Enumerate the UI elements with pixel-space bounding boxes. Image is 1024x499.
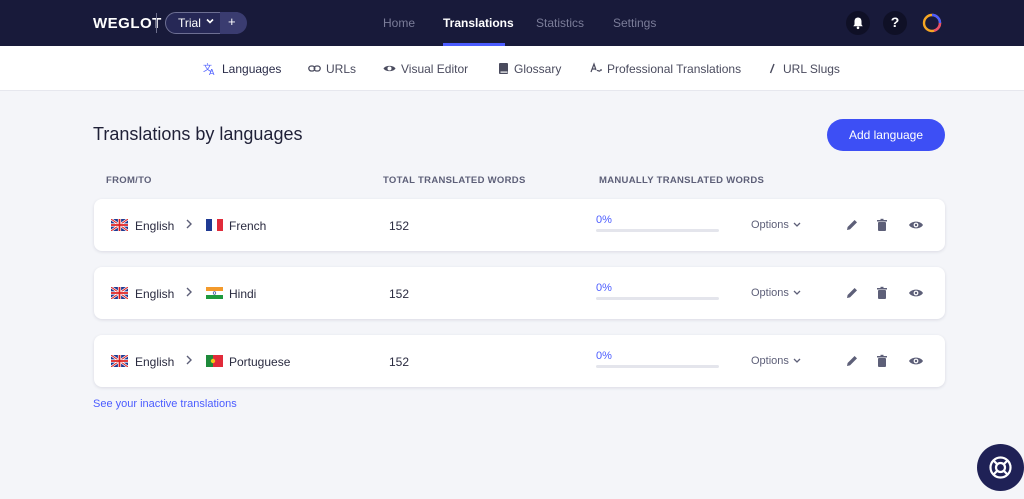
delete-trash-icon[interactable] <box>874 217 890 233</box>
chevron-down-icon <box>206 18 214 24</box>
target-language[interactable]: Hindi <box>229 287 256 301</box>
france-flag-icon <box>206 219 223 231</box>
add-language-button[interactable]: Add language <box>827 119 945 151</box>
total-translated-words: 152 <box>389 219 410 233</box>
subnav-label: URL Slugs <box>783 62 840 76</box>
uk-flag-icon <box>111 287 128 299</box>
help-button[interactable]: ? <box>883 11 907 35</box>
chevron-right-icon <box>186 219 192 229</box>
eye-icon <box>383 65 396 72</box>
edit-pencil-icon[interactable] <box>844 217 860 233</box>
manual-progress-bar <box>596 229 719 232</box>
manual-percent: 0% <box>596 350 612 362</box>
options-dropdown[interactable]: Options <box>751 287 789 299</box>
source-language: English <box>135 287 175 301</box>
edit-pencil-icon[interactable] <box>844 353 860 369</box>
chevron-down-icon <box>793 290 801 295</box>
delete-trash-icon[interactable] <box>874 353 890 369</box>
india-flag-icon <box>206 287 223 299</box>
target-language[interactable]: French <box>229 219 266 233</box>
nav-settings[interactable]: Settings <box>613 16 656 30</box>
options-dropdown[interactable]: Options <box>751 219 789 231</box>
source-language: English <box>135 219 175 233</box>
column-header-from-to: FROM/TO <box>106 175 152 186</box>
subnav-label: Professional Translations <box>607 62 742 76</box>
signature-icon <box>590 62 602 73</box>
plan-selector[interactable]: Trial + <box>165 12 247 34</box>
upgrade-plan-button[interactable]: + <box>220 12 247 34</box>
translations-subnav: 文 A Languages URLs Visual Editor Glossar… <box>0 46 1024 91</box>
column-header-manual-words: MANUALLY TRANSLATED WORDS <box>599 175 765 186</box>
plus-icon: + <box>228 14 236 29</box>
chevron-down-icon <box>793 358 801 363</box>
notifications-button[interactable] <box>846 11 870 35</box>
edit-pencil-icon[interactable] <box>844 285 860 301</box>
translate-icon: 文 A <box>203 62 215 75</box>
source-language: English <box>135 355 175 369</box>
link-icon <box>308 65 321 72</box>
chevron-down-icon <box>793 222 801 227</box>
chevron-right-icon <box>186 287 192 297</box>
preview-eye-icon[interactable] <box>908 217 924 233</box>
top-bar: WEGLOT Trial + Home Translations Statist… <box>0 0 1024 46</box>
total-translated-words: 152 <box>389 287 410 301</box>
nav-translations[interactable]: Translations <box>443 16 514 30</box>
subnav-label: Glossary <box>514 62 562 76</box>
logo-divider <box>156 13 157 33</box>
subnav-glossary[interactable]: Glossary <box>497 62 562 76</box>
preview-eye-icon[interactable] <box>908 285 924 301</box>
manual-percent: 0% <box>596 214 612 226</box>
subnav-url-slugs[interactable]: URL Slugs <box>766 62 840 76</box>
manual-progress-bar <box>596 365 719 368</box>
support-chat-button[interactable] <box>977 444 1024 491</box>
column-header-total-words: TOTAL TRANSLATED WORDS <box>383 175 526 186</box>
subnav-label: URLs <box>326 62 357 76</box>
language-row[interactable]: English Hindi 152 0% Options <box>94 267 945 319</box>
bell-icon <box>853 17 863 30</box>
language-row[interactable]: English Portuguese 152 0% Options <box>94 335 945 387</box>
book-icon <box>499 63 508 74</box>
uk-flag-icon <box>111 355 128 367</box>
target-language[interactable]: Portuguese <box>229 355 290 369</box>
delete-trash-icon[interactable] <box>874 285 890 301</box>
options-dropdown[interactable]: Options <box>751 355 789 367</box>
subnav-label: Languages <box>222 62 282 76</box>
weglot-logo[interactable]: WEGLOT <box>93 15 162 32</box>
inactive-translations-link[interactable]: See your inactive translations <box>93 398 237 410</box>
language-row[interactable]: English French 152 0% Options <box>94 199 945 251</box>
question-icon: ? <box>890 14 900 30</box>
total-translated-words: 152 <box>389 355 410 369</box>
avatar-icon[interactable] <box>920 11 944 35</box>
nav-home[interactable]: Home <box>383 16 415 30</box>
subnav-label: Visual Editor <box>401 62 469 76</box>
lifebuoy-icon <box>989 456 1012 479</box>
manual-progress-bar <box>596 297 719 300</box>
manual-percent: 0% <box>596 282 612 294</box>
preview-eye-icon[interactable] <box>908 353 924 369</box>
subnav-professional-translations[interactable]: Professional Translations <box>590 62 741 76</box>
portugal-flag-icon <box>206 355 223 367</box>
nav-statistics[interactable]: Statistics <box>536 16 584 30</box>
page-title: Translations by languages <box>93 124 303 144</box>
chevron-right-icon <box>186 355 192 365</box>
subnav-languages[interactable]: 文 A Languages <box>203 62 282 76</box>
subnav-visual-editor[interactable]: Visual Editor <box>383 62 469 76</box>
subnav-urls[interactable]: URLs <box>308 62 357 76</box>
uk-flag-icon <box>111 219 128 231</box>
svg-text:A: A <box>209 68 215 75</box>
plan-label[interactable]: Trial <box>178 16 201 30</box>
slash-icon <box>769 63 775 74</box>
